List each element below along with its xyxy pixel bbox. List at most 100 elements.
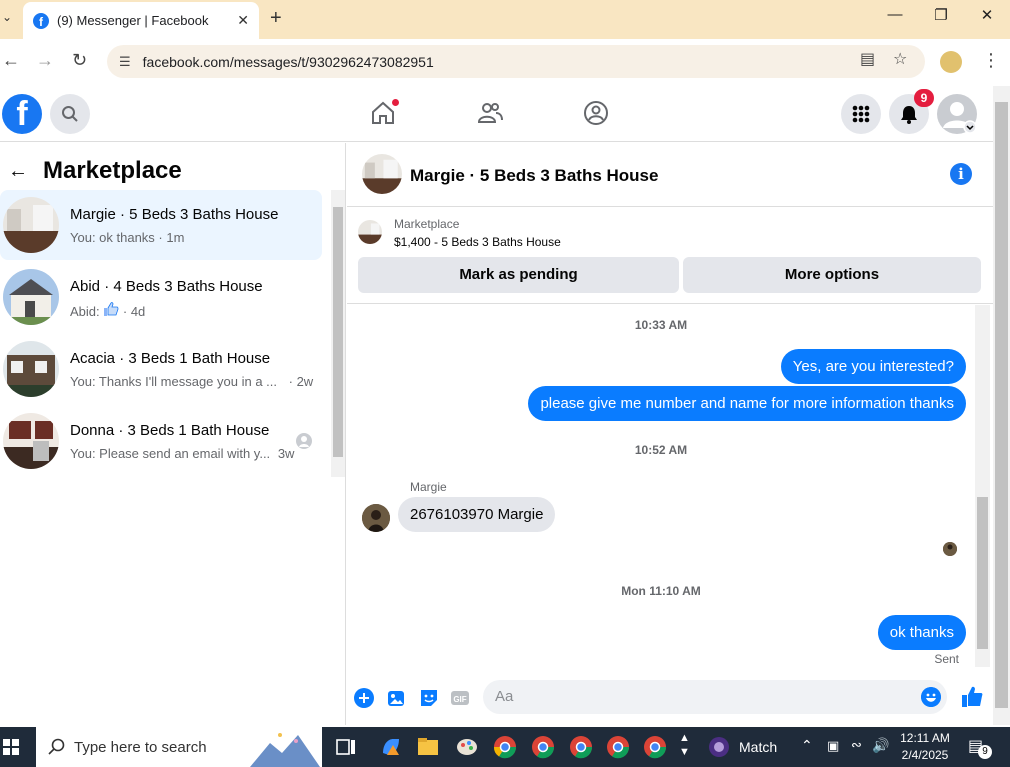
conversation-preview: You: ok thanks · 1m: [70, 230, 185, 245]
chat-header: Margie · 5 Beds 3 Baths House i: [347, 143, 993, 207]
forward-arrow-icon[interactable]: →: [36, 50, 54, 71]
timestamp: Mon 11:10 AM: [621, 584, 701, 598]
listing-thumbnail: [3, 341, 59, 397]
browser-tab-messenger[interactable]: f (9) Messenger | Facebook ✕: [23, 2, 259, 39]
widget-label[interactable]: Match: [739, 739, 777, 755]
mark-as-pending-button[interactable]: Mark as pending: [358, 257, 679, 293]
conversation-item-acacia[interactable]: Acacia · 3 Beds 1 Bath House You: Thanks…: [0, 334, 322, 404]
listing-thumbnail[interactable]: [362, 154, 402, 194]
message-bubble-outgoing[interactable]: ok thanks: [877, 615, 966, 650]
fb-search-button[interactable]: [50, 94, 90, 134]
back-arrow-icon[interactable]: ←: [2, 50, 20, 71]
plus-circle-icon[interactable]: [354, 688, 374, 708]
wifi-icon[interactable]: ∾: [851, 737, 862, 753]
marketplace-conversation-list: ← Marketplace Margie · 5 Beds 3 Baths Ho…: [0, 143, 346, 725]
search-highlight-icon: [250, 733, 320, 767]
conversation-preview: You: Please send an email with y... 3w: [70, 446, 295, 461]
browser-tab-strip: ⌄ f (9) Messenger | Facebook ✕ + — ❐ ✕: [0, 0, 1010, 39]
marketplace-listing-bar: Marketplace $1,400 - 5 Beds 3 Baths Hous…: [347, 208, 993, 304]
chrome-icon[interactable]: [606, 735, 630, 759]
conversation-item-abid[interactable]: Abid · 4 Beds 3 Baths House Abid: · 4d: [0, 262, 322, 332]
address-bar[interactable]: ☰ facebook.com/messages/t/93029624730829…: [107, 45, 925, 78]
search-icon: [62, 106, 78, 122]
browser-menu-icon[interactable]: ⋮: [982, 50, 1000, 71]
gif-icon[interactable]: GIF: [450, 688, 470, 708]
task-view-icon[interactable]: [334, 735, 358, 759]
bookmark-star-icon[interactable]: ☆: [893, 49, 907, 69]
facebook-logo-icon[interactable]: f: [2, 94, 42, 134]
more-options-button[interactable]: More options: [683, 257, 981, 293]
thumbs-up-send-icon[interactable]: [961, 686, 983, 708]
taskbar-scroll-icon[interactable]: ▲ ▼: [679, 731, 690, 759]
taskbar-search-box[interactable]: Type here to search: [36, 727, 322, 767]
message-bubble-outgoing[interactable]: please give me number and name for more …: [528, 386, 966, 421]
apps-grid-icon: [852, 105, 870, 123]
file-explorer-icon[interactable]: [416, 735, 440, 759]
tab-search-chevron-icon[interactable]: ⌄: [2, 10, 12, 24]
conversation-name: Margie · 5 Beds 3 Baths House: [70, 206, 279, 223]
panel-title: Marketplace: [43, 157, 182, 184]
install-app-icon[interactable]: ▤: [860, 49, 875, 69]
meet-now-icon[interactable]: ▣: [827, 738, 839, 754]
listing-thumbnail: [3, 269, 59, 325]
message-composer: GIF Aa: [347, 672, 993, 725]
sticker-icon[interactable]: [419, 688, 439, 708]
facebook-favicon-icon: f: [33, 12, 49, 29]
reload-icon[interactable]: ↻: [72, 50, 87, 71]
info-icon[interactable]: i: [950, 163, 972, 185]
scrollbar-thumb[interactable]: [333, 207, 343, 457]
groups-icon[interactable]: [583, 100, 609, 126]
conversation-item-margie[interactable]: Margie · 5 Beds 3 Baths House You: ok th…: [0, 190, 322, 260]
system-clock[interactable]: 12:11 AM 2/4/2025: [893, 730, 957, 764]
timestamp: 10:52 AM: [634, 443, 688, 457]
chrome-icon[interactable]: [643, 735, 667, 759]
message-bubble-outgoing[interactable]: Yes, are you interested?: [780, 349, 966, 384]
listing-price-title[interactable]: $1,400 - 5 Beds 3 Baths House: [394, 235, 561, 249]
chrome-icon[interactable]: [493, 735, 517, 759]
sender-avatar[interactable]: [362, 504, 390, 532]
scrollbar-thumb[interactable]: [995, 102, 1008, 708]
search-icon: [48, 738, 65, 755]
account-avatar[interactable]: [937, 94, 977, 134]
message-bubble-incoming[interactable]: 2676103970 Margie: [398, 497, 556, 532]
conversation-item-donna[interactable]: Donna · 3 Beds 1 Bath House You: Please …: [0, 406, 322, 476]
chrome-icon[interactable]: [531, 735, 555, 759]
close-tab-icon[interactable]: ✕: [237, 12, 249, 29]
window-close-icon[interactable]: ✕: [964, 6, 1010, 24]
thumbs-up-icon: [104, 302, 119, 316]
message-status: Sent: [934, 652, 959, 666]
marketplace-label: Marketplace: [394, 217, 460, 231]
new-tab-icon[interactable]: +: [270, 7, 282, 30]
menu-grid-button[interactable]: [841, 94, 881, 134]
seen-avatar-icon: [296, 433, 312, 449]
match-widget-icon[interactable]: [707, 735, 731, 759]
restore-icon[interactable]: ❐: [918, 6, 964, 24]
default-avatar-icon: [943, 102, 977, 134]
back-arrow-icon[interactable]: ←: [8, 160, 28, 183]
notification-badge: 9: [914, 89, 934, 107]
copilot-icon[interactable]: [379, 735, 403, 759]
volume-icon[interactable]: 🔊: [872, 737, 889, 754]
home-notification-dot: [392, 99, 399, 106]
chat-title[interactable]: Margie · 5 Beds 3 Baths House: [410, 166, 658, 186]
show-hidden-icons-icon[interactable]: ⌃: [801, 737, 813, 754]
chrome-icon[interactable]: [569, 735, 593, 759]
friends-icon[interactable]: [477, 100, 503, 126]
paint-icon[interactable]: [455, 735, 479, 759]
bell-icon: [901, 106, 917, 124]
photo-icon[interactable]: [387, 688, 407, 708]
windows-taskbar: Type here to search ▲ ▼ Match ⌃ ▣ ∾ 🔊 12:…: [0, 727, 1010, 767]
conversation-preview: You: Thanks I'll message you in a ... · …: [70, 374, 314, 389]
listing-thumbnail: [3, 197, 59, 253]
scrollbar-thumb[interactable]: [977, 497, 988, 649]
message-input[interactable]: Aa: [483, 680, 947, 714]
windows-start-icon[interactable]: [3, 739, 19, 755]
read-receipt-avatar: [943, 542, 957, 556]
site-settings-icon[interactable]: ☰: [119, 54, 131, 70]
conversation-name: Acacia · 3 Beds 1 Bath House: [70, 350, 271, 367]
conversation-name: Abid · 4 Beds 3 Baths House: [70, 278, 263, 295]
minimize-icon[interactable]: —: [872, 6, 918, 23]
browser-profile-avatar[interactable]: [940, 51, 962, 73]
conversation-name: Donna · 3 Beds 1 Bath House: [70, 422, 270, 439]
emoji-icon[interactable]: [921, 687, 941, 707]
